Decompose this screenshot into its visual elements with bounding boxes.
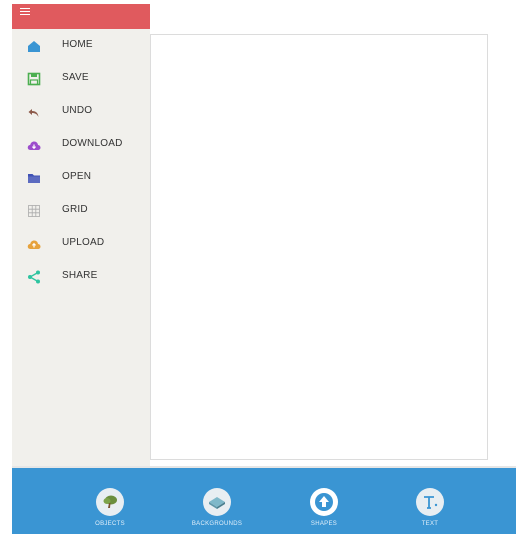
menu-item-upload[interactable]: UPLOAD: [12, 230, 150, 258]
menu-label: OPEN: [62, 171, 92, 182]
menu-item-home[interactable]: HOME: [12, 32, 150, 60]
tab-label: BACKGROUNDS: [191, 521, 243, 527]
arrow-up-icon: [310, 488, 338, 516]
menu-label: UPLOAD: [62, 237, 105, 248]
tree-icon: [96, 488, 124, 516]
share-icon: [28, 270, 40, 284]
tab-text[interactable]: TEXT: [380, 468, 480, 534]
menu-label: SHARE: [62, 270, 98, 281]
tab-shapes[interactable]: SHAPES: [274, 468, 374, 534]
background-icon: [203, 488, 231, 516]
menu-item-open[interactable]: OPEN: [12, 164, 150, 192]
menu-label: DOWNLOAD: [62, 138, 123, 149]
menu-item-grid[interactable]: GRID: [12, 197, 150, 225]
menu-item-save[interactable]: SAVE: [12, 65, 150, 93]
cloud-download-icon: [27, 141, 41, 150]
cloud-upload-icon: [27, 240, 41, 249]
undo-icon: [28, 109, 39, 117]
tab-backgrounds[interactable]: BACKGROUNDS: [167, 468, 267, 534]
home-icon: [28, 41, 40, 52]
menu-label: SAVE: [62, 72, 89, 83]
grid-icon: [28, 205, 40, 217]
bottom-toolbar: OBJECTS BACKGROUNDS SHAPES TEXT: [12, 468, 516, 534]
tab-label: TEXT: [421, 521, 439, 527]
drawer-header: [12, 4, 150, 29]
menu-item-share[interactable]: SHARE: [12, 263, 150, 291]
menu-label: HOME: [62, 39, 93, 50]
tab-label: OBJECTS: [95, 521, 125, 527]
tab-objects[interactable]: OBJECTS: [60, 468, 160, 534]
menu-item-undo[interactable]: UNDO: [12, 98, 150, 126]
tab-label: SHAPES: [310, 521, 338, 527]
folder-icon: [28, 174, 40, 183]
save-icon: [27, 72, 41, 86]
menu-label: UNDO: [62, 105, 93, 116]
text-icon: [416, 488, 444, 516]
hamburger-icon[interactable]: [20, 8, 30, 15]
drawing-canvas[interactable]: [150, 34, 488, 460]
menu-item-download[interactable]: DOWNLOAD: [12, 131, 150, 159]
menu-label: GRID: [62, 204, 88, 215]
navigation-drawer: HOME SAVE UNDO DOWNLOAD OPEN GRID UPLOAD…: [12, 4, 150, 466]
